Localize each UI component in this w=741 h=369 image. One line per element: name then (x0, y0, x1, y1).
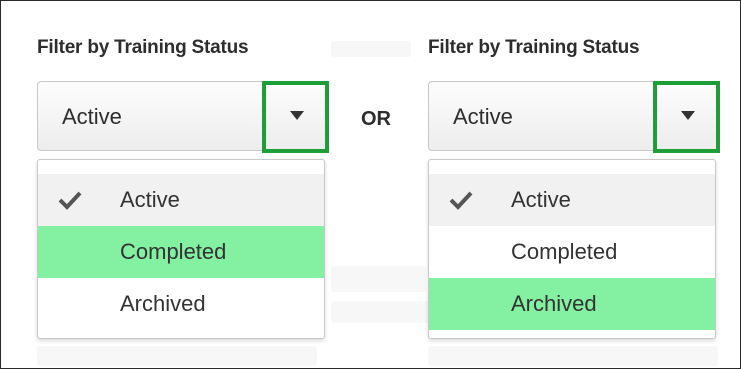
caret-down-icon (681, 111, 695, 120)
dropdown-toggle-button[interactable] (653, 81, 720, 153)
filter-panel-left: Filter by Training Status Active Active … (37, 1, 337, 368)
caret-down-icon (290, 111, 304, 120)
filter-title: Filter by Training Status (428, 37, 640, 58)
menu-item-active[interactable]: Active (38, 174, 324, 226)
dropdown-selected-value: Active (453, 104, 513, 129)
menu-item-label: Active (511, 187, 571, 212)
menu-item-archived[interactable]: Archived (429, 278, 715, 330)
menu-item-label: Active (120, 187, 180, 212)
checkmark-icon (449, 191, 473, 210)
menu-item-completed[interactable]: Completed (429, 226, 715, 278)
dropdown-selected-value: Active (62, 104, 122, 129)
menu-item-label: Completed (120, 239, 227, 264)
menu-item-label: Archived (120, 291, 206, 316)
dropdown-menu: Active Completed Archived (428, 159, 716, 339)
menu-item-label: Completed (511, 239, 618, 264)
or-separator: OR (361, 108, 391, 130)
menu-item-active[interactable]: Active (429, 174, 715, 226)
background-shape (331, 266, 426, 292)
filter-title: Filter by Training Status (37, 37, 249, 58)
menu-item-archived[interactable]: Archived (38, 278, 324, 330)
dropdown-menu: Active Completed Archived (37, 159, 325, 339)
background-shape (331, 301, 431, 323)
filter-panel-right: Filter by Training Status Active Active … (428, 1, 728, 368)
dropdown-toggle-button[interactable] (262, 81, 329, 153)
menu-item-completed[interactable]: Completed (38, 226, 324, 278)
background-shape (331, 41, 411, 57)
checkmark-icon (58, 191, 82, 210)
menu-item-label: Archived (511, 291, 597, 316)
screenshot-frame: Filter by Training Status Active Active … (0, 0, 741, 369)
